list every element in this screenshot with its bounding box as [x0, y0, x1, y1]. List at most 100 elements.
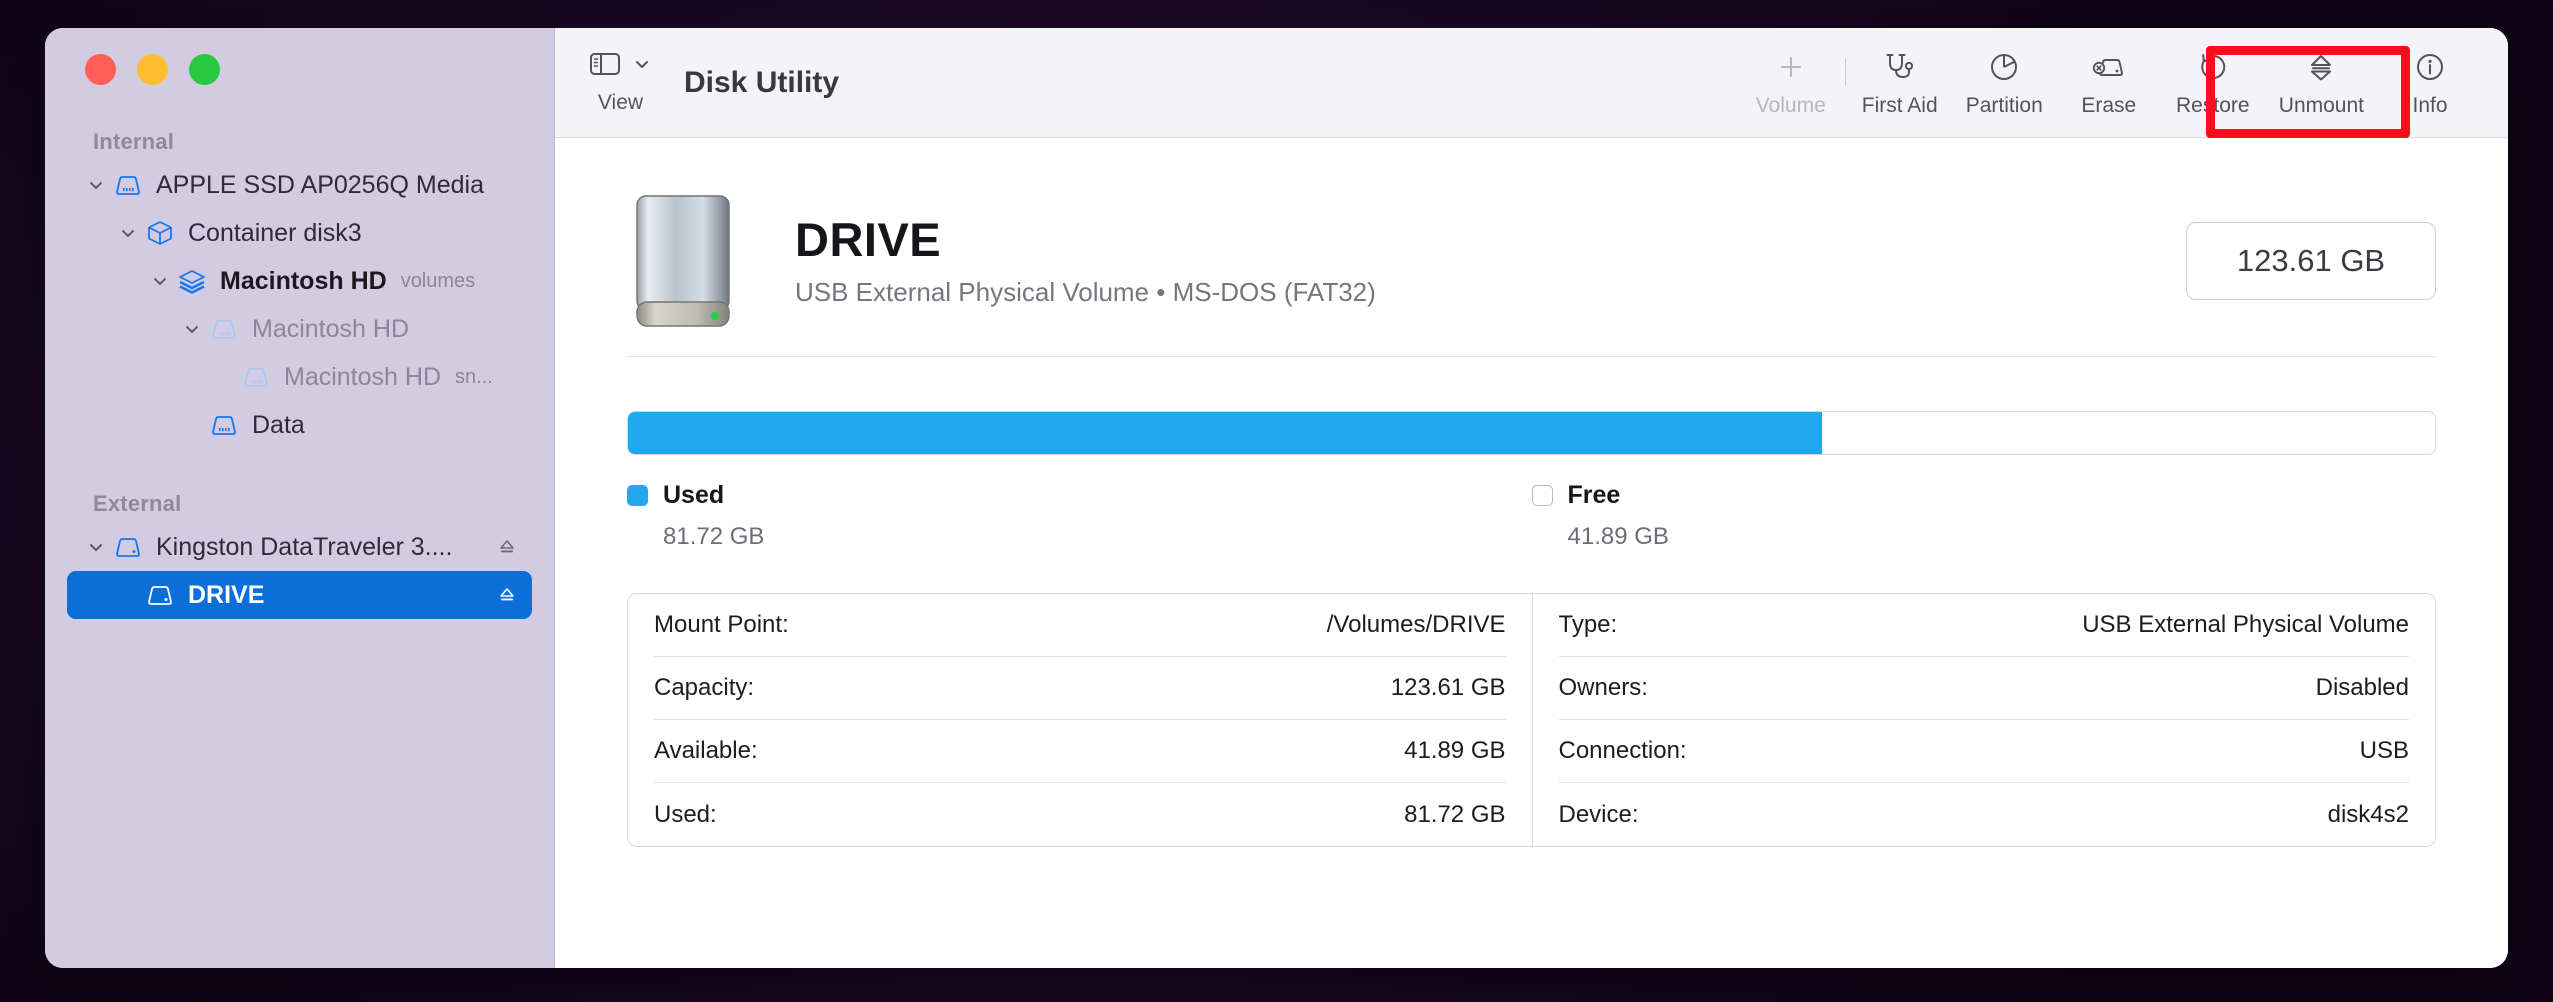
partition-label: Partition [1965, 94, 2043, 117]
sidebar-toggle-icon[interactable] [589, 51, 621, 82]
sidebar-item-macintosh-hd-volume[interactable]: Macintosh HD [67, 305, 532, 353]
minimize-button[interactable] [137, 54, 168, 85]
info-key: Mount Point: [654, 611, 789, 638]
legend-used-name: Used [663, 481, 725, 509]
legend-used-value: 81.72 GB [663, 523, 765, 550]
erase-label: Erase [2081, 94, 2137, 117]
table-row: Type: USB External Physical Volume [1558, 594, 2409, 657]
container-box-icon [143, 219, 177, 247]
unmount-button[interactable]: Unmount [2265, 41, 2378, 124]
toolbar-divider [1844, 57, 1846, 86]
drive-icon [207, 413, 241, 437]
legend-used: Used 81.72 GB [627, 481, 1532, 551]
volume-name: DRIVE [795, 212, 942, 266]
zoom-button[interactable] [189, 54, 220, 85]
sidebar-item-sublabel: sn... [455, 365, 493, 388]
header-divider [627, 356, 2436, 357]
window-controls [45, 28, 554, 85]
sidebar-item-sublabel: volumes [400, 269, 476, 292]
info-key: Available: [654, 737, 758, 764]
restore-label: Restore [2176, 94, 2250, 117]
drive-icon [111, 173, 145, 197]
usage-bar [627, 411, 2436, 455]
info-value: 41.89 GB [1404, 737, 1506, 764]
info-column-left: Mount Point: /Volumes/DRIVE Capacity: 12… [628, 594, 1532, 846]
info-value: USB [2359, 737, 2409, 764]
table-row: Owners: Disabled [1558, 657, 2409, 720]
legend-used-swatch [627, 485, 648, 506]
table-row: Available: 41.89 GB [654, 720, 1506, 783]
chevron-down-icon[interactable] [145, 271, 175, 291]
info-value: Disabled [2315, 674, 2409, 701]
sidebar-item-apple-ssd[interactable]: APPLE SSD AP0256Q Media [67, 161, 532, 209]
info-key: Capacity: [654, 674, 755, 701]
usage-legend: Used 81.72 GB Free 41.89 GB [627, 481, 2436, 551]
sidebar-section-internal-header: Internal [93, 129, 175, 154]
info-value: 123.61 GB [1390, 674, 1506, 701]
volume-group-icon [175, 268, 209, 294]
info-key: Owners: [1558, 674, 1648, 701]
restore-button[interactable]: Restore [2161, 41, 2265, 124]
restore-arrow-icon [2197, 49, 2229, 85]
sidebar-item-label: Kingston DataTraveler 3.... [156, 532, 453, 561]
info-value: /Volumes/DRIVE [1326, 611, 1506, 638]
close-button[interactable] [85, 54, 116, 85]
capacity-badge: 123.61 GB [2186, 222, 2436, 300]
erase-button[interactable]: Erase [2057, 41, 2161, 124]
info-button[interactable]: Info [2378, 41, 2482, 124]
table-row: Mount Point: /Volumes/DRIVE [654, 594, 1506, 657]
eject-icon [2305, 49, 2337, 85]
view-control-top [589, 51, 652, 82]
chevron-down-icon[interactable] [113, 223, 143, 243]
main-panel: View Disk Utility Volume First Aid Parti… [555, 28, 2508, 968]
sidebar-item-drive[interactable]: DRIVE [67, 571, 532, 619]
usage-bar-used-segment [628, 412, 1823, 454]
info-value: USB External Physical Volume [2082, 611, 2409, 638]
sidebar-item-kingston-datatraveler[interactable]: Kingston DataTraveler 3.... [67, 523, 532, 571]
info-value: disk4s2 [2327, 800, 2409, 828]
sidebar-item-label: APPLE SSD AP0256Q Media [156, 170, 484, 199]
eject-icon[interactable] [496, 536, 518, 558]
toolbar-left-group: View Disk Utility [589, 51, 839, 115]
legend-used-top: Used [627, 481, 1532, 510]
sidebar-item-label: Container disk3 [188, 218, 362, 247]
sidebar-item-data[interactable]: Data [67, 401, 532, 449]
table-row: Connection: USB [1558, 720, 2409, 783]
chevron-down-icon[interactable] [81, 175, 111, 195]
volume-description: USB External Physical Volume • MS-DOS (F… [795, 277, 1376, 308]
sidebar-item-label: Macintosh HD [252, 314, 409, 343]
legend-free: Free 41.89 GB [1531, 481, 2437, 551]
disk-utility-window: Internal APPLE SSD AP0256Q Media Contain… [45, 28, 2508, 968]
eject-icon[interactable] [496, 584, 518, 606]
volume-header-text: DRIVE USB External Physical Volume • MS-… [795, 212, 1376, 309]
stethoscope-icon [1883, 49, 1917, 85]
info-circle-icon [2414, 49, 2446, 85]
info-label: Info [2412, 94, 2448, 117]
legend-free-name: Free [1567, 481, 1621, 509]
sidebar-item-macintosh-hd-snapshot[interactable]: Macintosh HD sn... [67, 353, 532, 401]
sidebar-item-label: DRIVE [188, 580, 265, 609]
add-volume-button[interactable]: Volume [1739, 41, 1843, 124]
partition-button[interactable]: Partition [1952, 41, 2057, 124]
info-value: 81.72 GB [1404, 800, 1506, 828]
chevron-down-icon[interactable] [81, 537, 111, 557]
table-row: Used: 81.72 GB [654, 783, 1506, 846]
table-row: Capacity: 123.61 GB [654, 657, 1506, 720]
external-drive-illustration [627, 192, 743, 330]
legend-free-top: Free [1531, 481, 2437, 510]
sidebar-item-macintosh-hd-group[interactable]: Macintosh HD volumes [67, 257, 532, 305]
sidebar-item-container-disk3[interactable]: Container disk3 [67, 209, 532, 257]
erase-drive-icon [2091, 49, 2127, 85]
volume-header: DRIVE USB External Physical Volume • MS-… [627, 178, 2436, 352]
first-aid-button[interactable]: First Aid [1848, 41, 1952, 124]
view-label: View [597, 90, 644, 114]
view-control[interactable]: View [589, 51, 652, 115]
drive-icon [239, 365, 273, 389]
chevron-down-icon[interactable] [177, 319, 207, 339]
info-key: Type: [1558, 611, 1618, 638]
sidebar-item-label: Macintosh HD [284, 362, 441, 391]
table-row: Device: disk4s2 [1559, 783, 2410, 846]
unmount-label: Unmount [2278, 94, 2364, 117]
toolbar-right-group: Volume First Aid Partition Erase Restore… [1739, 41, 2482, 124]
chevron-down-icon[interactable] [632, 54, 652, 79]
